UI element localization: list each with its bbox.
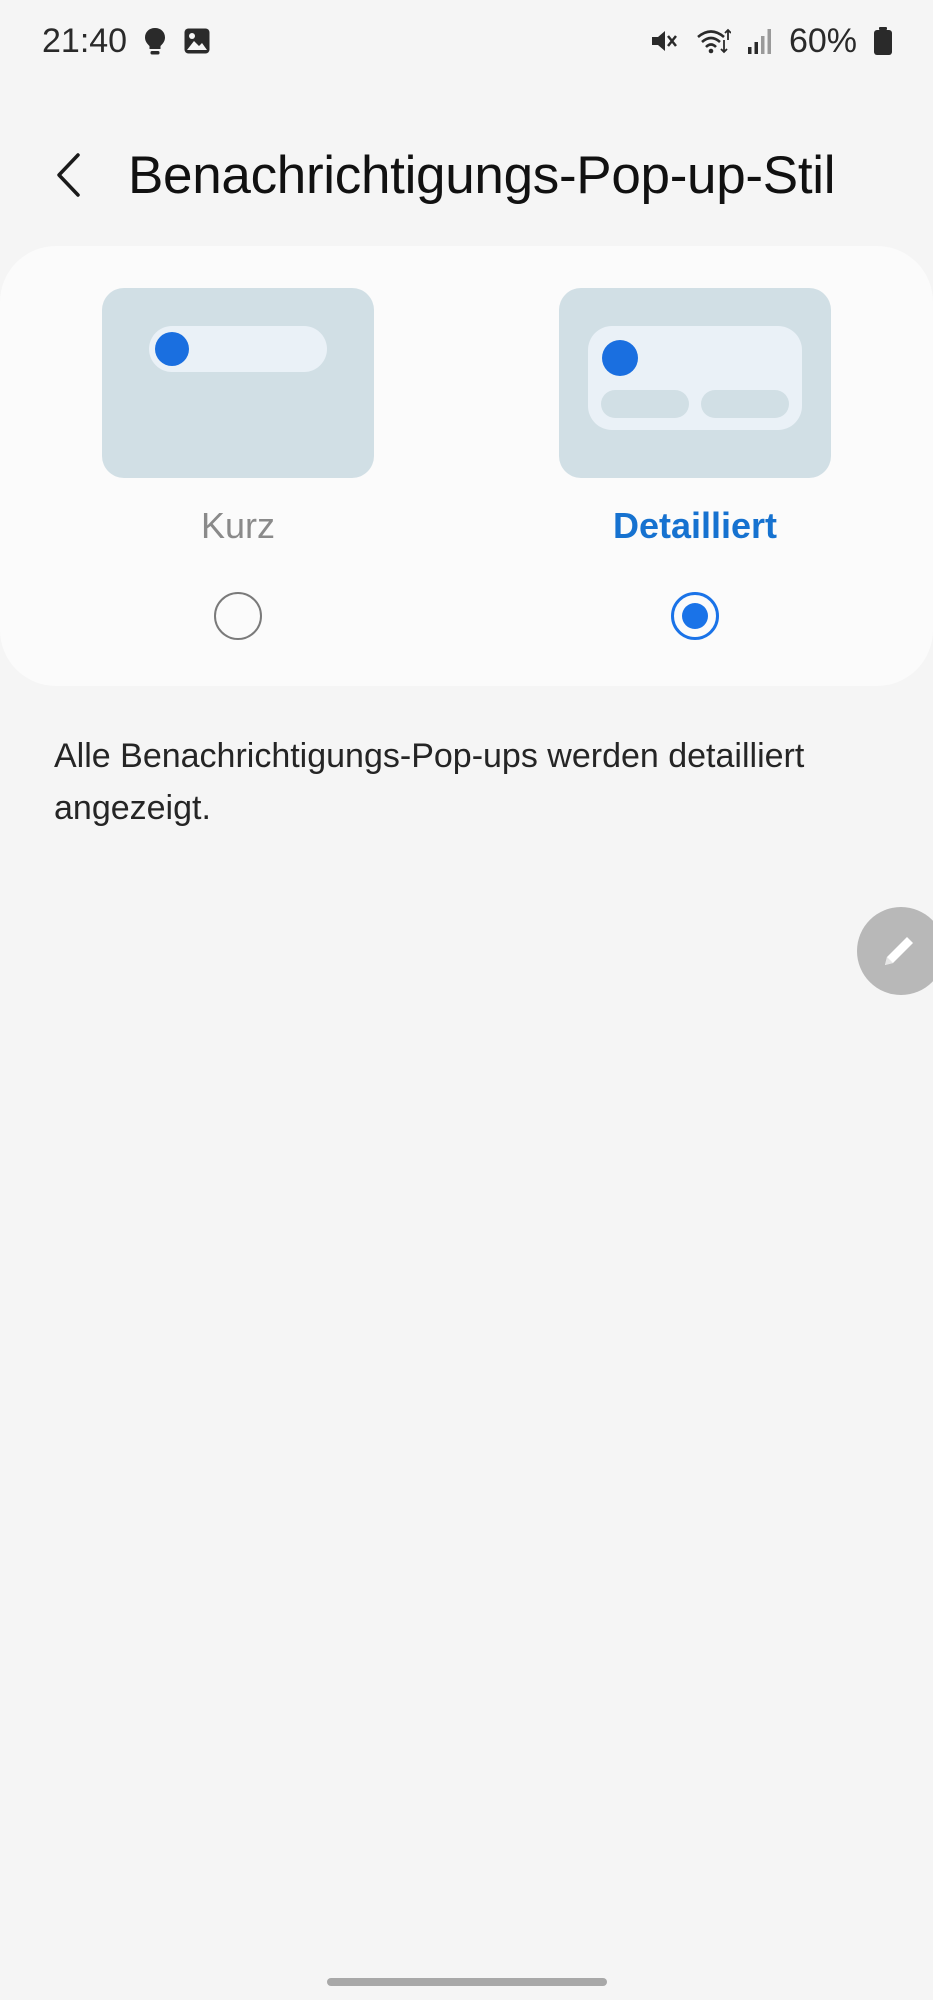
option-label-kurz: Kurz [200, 505, 276, 546]
option-kurz[interactable]: Kurz [102, 288, 374, 640]
option-detailliert[interactable]: Detailliert [559, 288, 831, 640]
status-time: 21:40 [42, 21, 128, 60]
battery-percent: 60% [788, 21, 857, 60]
signal-icon [747, 27, 773, 55]
brief-popup-illustration [149, 326, 327, 372]
back-button[interactable] [30, 135, 110, 215]
page-title: Benachrichtigungs-Pop-up-Stil [128, 145, 836, 205]
detailliert-preview-image[interactable] [559, 288, 831, 478]
radio-kurz[interactable] [214, 592, 262, 640]
kurz-preview-image[interactable] [102, 288, 374, 478]
status-right: 60% [649, 22, 893, 61]
home-indicator[interactable] [327, 1978, 607, 1986]
pencil-icon [885, 937, 913, 965]
chevron-left-icon [57, 153, 80, 197]
image-icon [183, 27, 211, 55]
floating-edit-button[interactable] [857, 907, 933, 995]
vibrate-mute-icon [649, 26, 679, 56]
option-label-detailliert: Detailliert [612, 505, 778, 546]
status-bar: 21:40 60% [0, 0, 933, 82]
radio-detailliert[interactable] [671, 592, 719, 640]
description-text: Alle Benachrichtigungs-Pop-ups werden de… [54, 737, 805, 827]
bulb-icon [143, 26, 167, 56]
header: Benachrichtigungs-Pop-up-Stil [0, 125, 933, 225]
style-options-card: Kurz Detailliert [0, 246, 933, 686]
radio-selected-dot [682, 603, 708, 629]
battery-icon [873, 26, 893, 56]
detailed-popup-illustration [588, 326, 802, 430]
status-left: 21:40 [42, 22, 211, 61]
wifi-icon [695, 26, 731, 56]
